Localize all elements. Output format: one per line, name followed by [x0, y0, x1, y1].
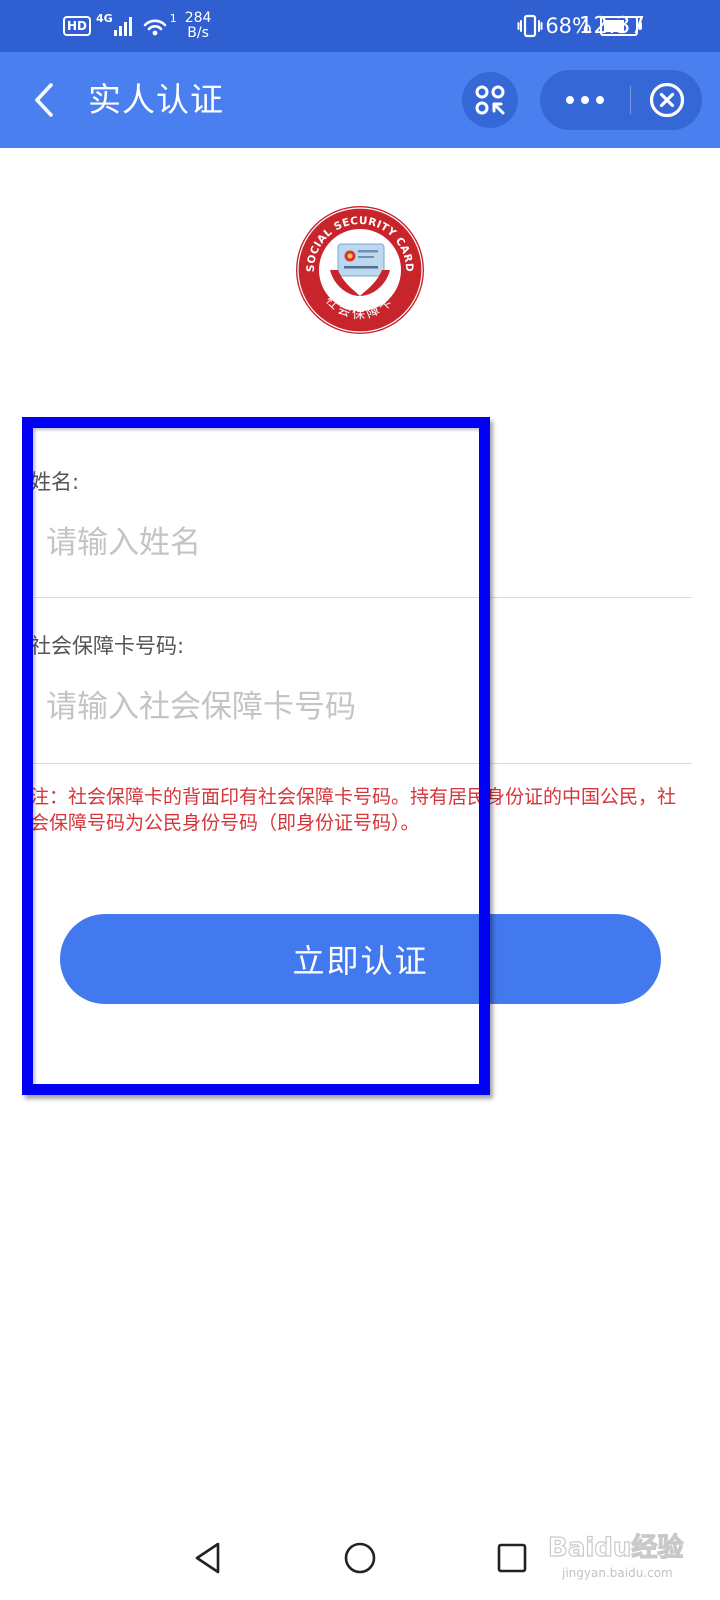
back-button[interactable]	[22, 76, 66, 124]
verify-button[interactable]: 立即认证	[60, 914, 661, 1004]
status-time: 12:37	[578, 13, 645, 39]
watermark-url: jingyan.baidu.com	[562, 1566, 673, 1580]
baidu-jingyan-watermark: Baidu经验 jingyan.baidu.com	[547, 1526, 708, 1584]
hd-badge: HD	[63, 16, 92, 36]
name-label: 姓名:	[30, 470, 80, 494]
nav-back-button[interactable]	[180, 1530, 236, 1586]
name-divider	[30, 597, 692, 598]
scan-icon	[475, 85, 505, 115]
mini-program-capsule	[540, 70, 702, 130]
triangle-back-icon	[195, 1542, 220, 1574]
net-speed: 284 B/s	[185, 11, 212, 41]
baidu-paw-logo: Baidu经验	[547, 1531, 684, 1563]
signal-icon	[113, 16, 134, 36]
close-circle-icon	[649, 82, 684, 118]
social-security-card-logo: SOCIAL SECURITY CARD 社会保障卡	[296, 206, 424, 334]
more-dots-icon	[566, 96, 604, 104]
title-bar: 实人认证	[0, 52, 720, 148]
name-input[interactable]	[30, 513, 692, 573]
status-left-group: HD 4G 1 284 B/s	[63, 8, 211, 44]
net-speed-value: 284	[184, 10, 212, 26]
square-recents-icon	[497, 1543, 527, 1573]
close-button[interactable]	[631, 70, 702, 130]
status-bar: HD 4G 1 284 B/s 68% 12:37	[0, 0, 720, 52]
wifi-count: 1	[169, 11, 177, 25]
network-type: 4G	[96, 11, 113, 25]
card-number-divider	[30, 763, 692, 764]
card-number-input[interactable]	[30, 677, 692, 737]
card-number-label: 社会保障卡号码:	[30, 634, 185, 658]
notice-text: 注：社会保障卡的背面印有社会保障卡号码。持有居民身份证的中国公民，社会保障号码为…	[30, 786, 677, 834]
circle-home-icon	[344, 1542, 376, 1574]
chevron-left-icon	[35, 83, 53, 117]
net-speed-unit: B/s	[187, 25, 209, 41]
vibrate-icon	[517, 14, 543, 38]
wifi-icon	[143, 19, 167, 36]
watermark-brand: Baidu经验	[548, 1532, 683, 1563]
nav-recents-button[interactable]	[484, 1530, 540, 1586]
page-title: 实人认证	[88, 80, 224, 119]
nav-home-button[interactable]	[332, 1530, 388, 1586]
scan-button[interactable]	[462, 72, 518, 128]
more-button[interactable]	[540, 70, 630, 130]
